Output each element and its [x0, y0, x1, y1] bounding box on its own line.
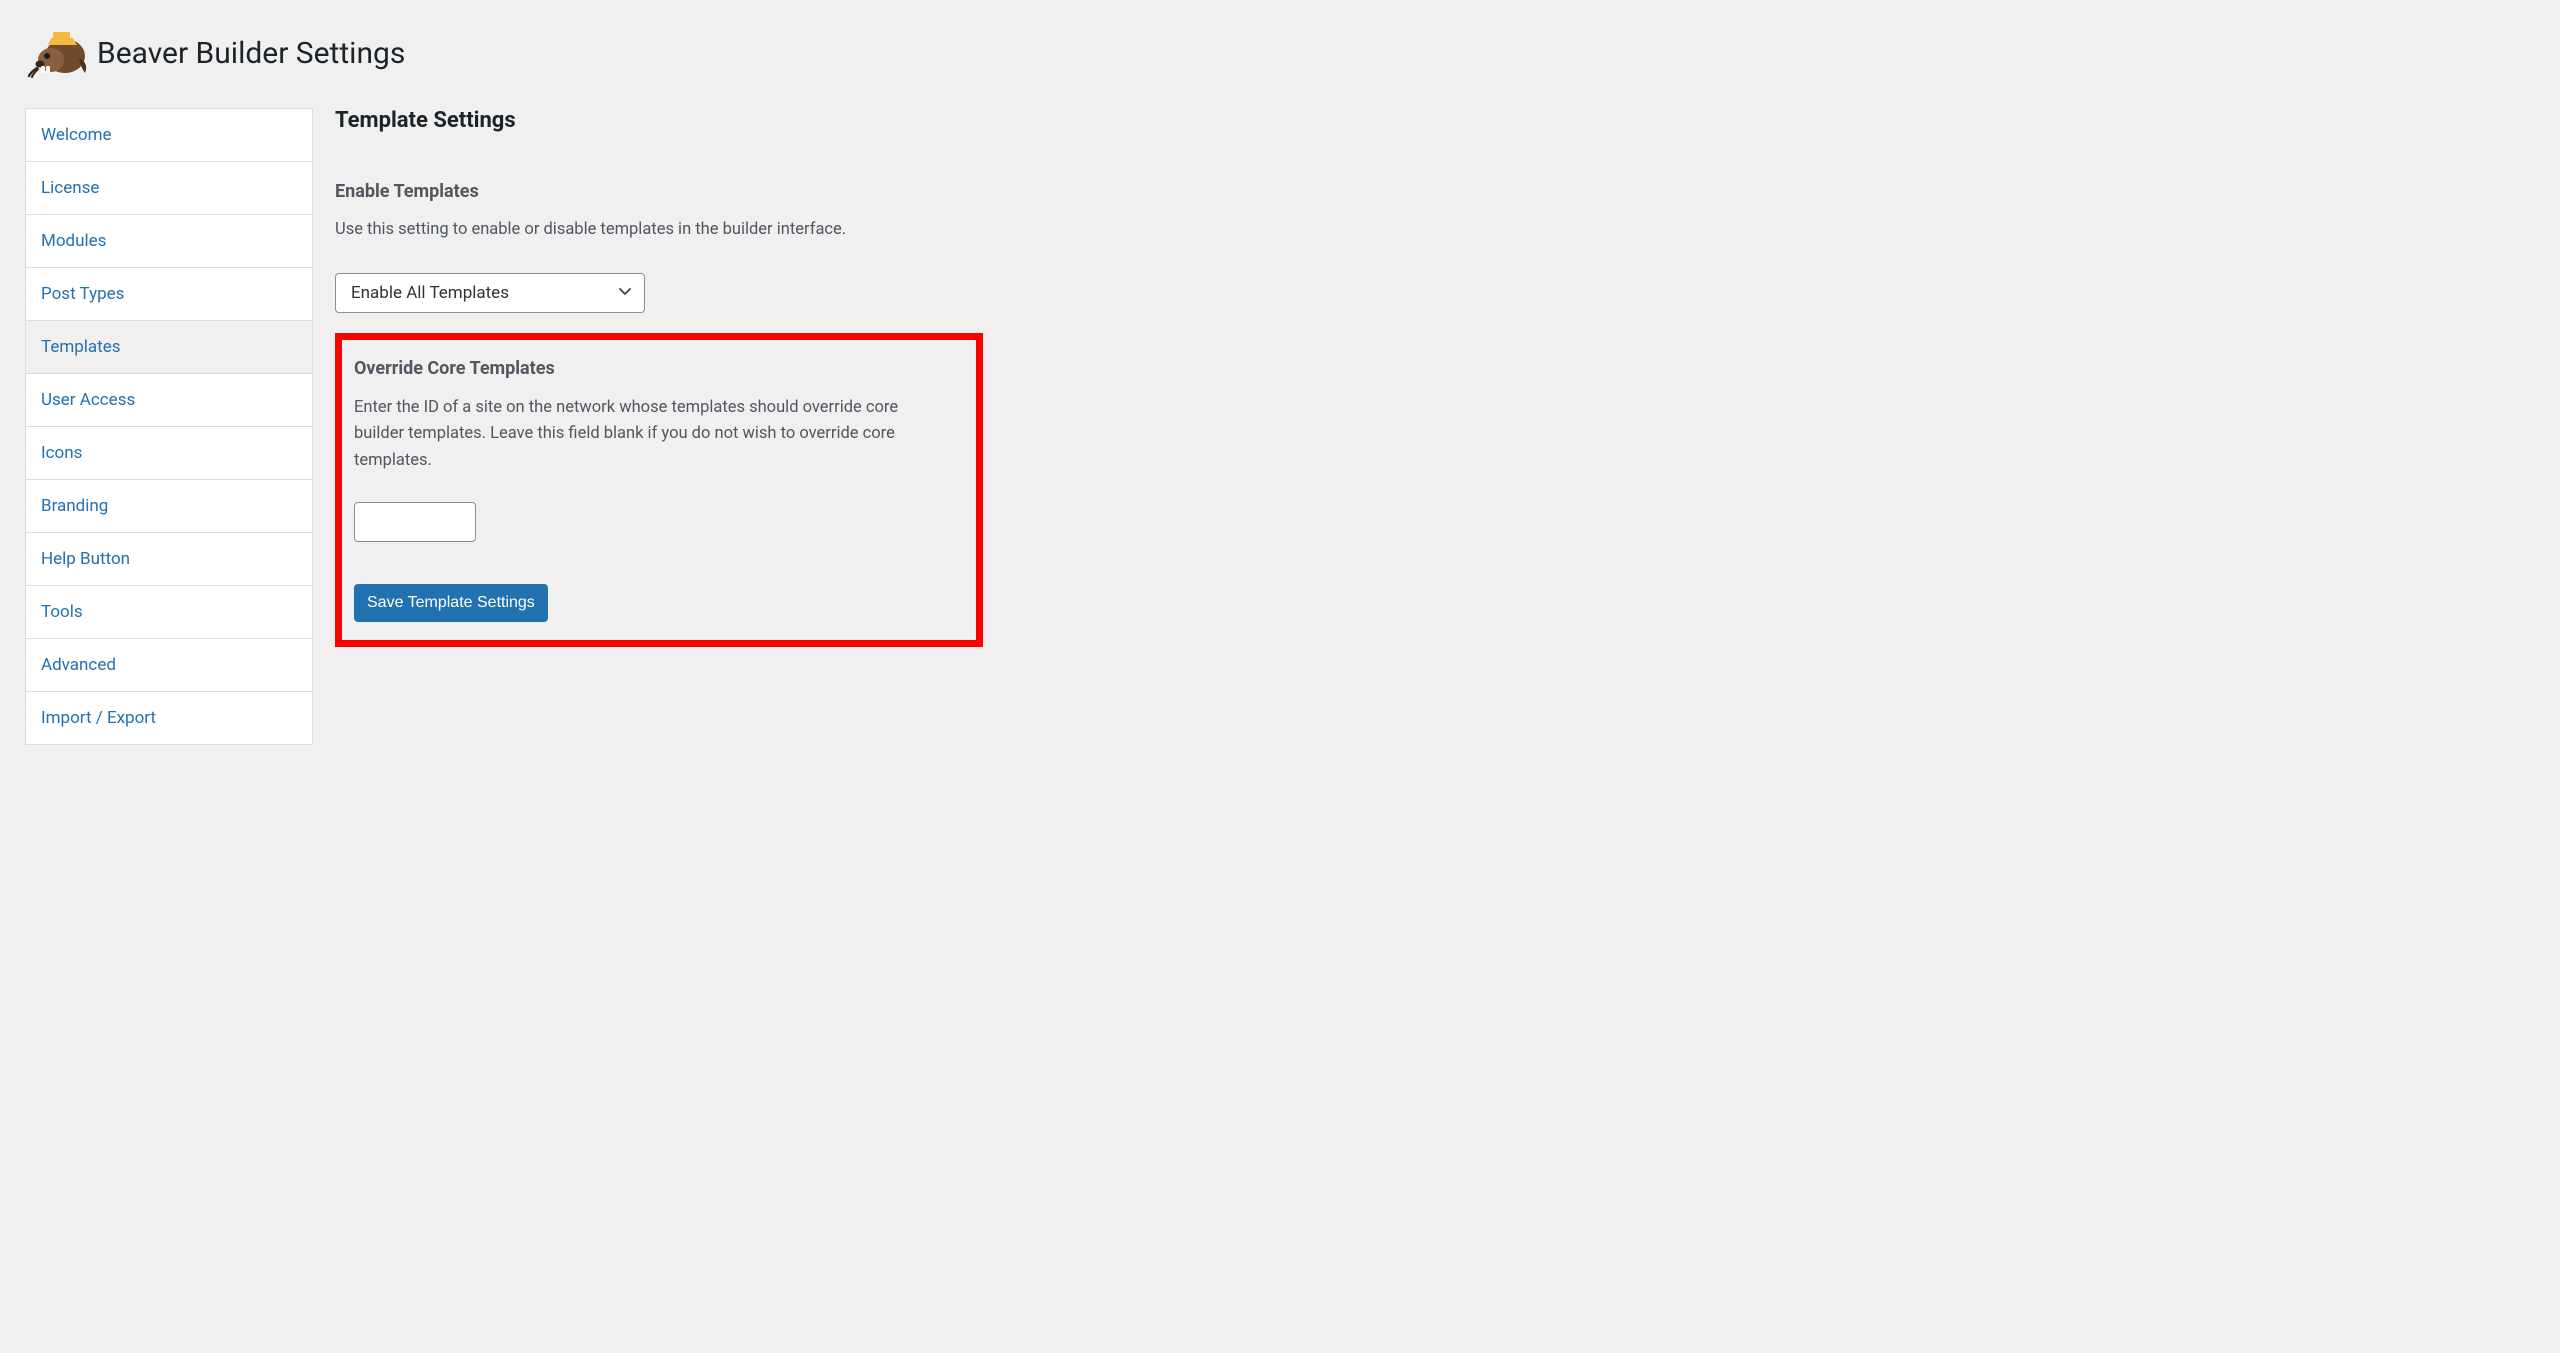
override-core-input[interactable] [354, 502, 476, 542]
override-core-section: Override Core Templates Enter the ID of … [335, 333, 983, 647]
override-core-desc: Enter the ID of a site on the network wh… [354, 395, 944, 474]
save-button[interactable]: Save Template Settings [354, 584, 548, 622]
sidebar-item-advanced[interactable]: Advanced [25, 638, 313, 691]
page-title: Beaver Builder Settings [97, 36, 405, 71]
enable-templates-title: Enable Templates [335, 181, 2535, 202]
sidebar-item-templates[interactable]: Templates [25, 320, 313, 373]
sidebar-item-license[interactable]: License [25, 161, 313, 214]
sidebar-item-import-export[interactable]: Import / Export [25, 691, 313, 745]
section-title: Template Settings [335, 108, 2535, 133]
beaver-builder-logo-icon [27, 28, 87, 78]
sidebar-item-branding[interactable]: Branding [25, 479, 313, 532]
sidebar-item-user-access[interactable]: User Access [25, 373, 313, 426]
sidebar-item-modules[interactable]: Modules [25, 214, 313, 267]
sidebar-item-icons[interactable]: Icons [25, 426, 313, 479]
override-core-title: Override Core Templates [354, 358, 958, 379]
sidebar-item-help-button[interactable]: Help Button [25, 532, 313, 585]
sidebar-item-tools[interactable]: Tools [25, 585, 313, 638]
main-wrapper: Welcome License Modules Post Types Templ… [0, 98, 2560, 770]
enable-templates-desc: Use this setting to enable or disable te… [335, 218, 2535, 243]
enable-templates-select-wrapper: Enable All Templates [335, 273, 645, 313]
page-header: Beaver Builder Settings [0, 0, 2560, 98]
enable-templates-select[interactable]: Enable All Templates [335, 273, 645, 313]
sidebar-item-post-types[interactable]: Post Types [25, 267, 313, 320]
content-area: Template Settings Enable Templates Use t… [335, 108, 2535, 745]
sidebar-item-welcome[interactable]: Welcome [25, 108, 313, 161]
sidebar: Welcome License Modules Post Types Templ… [25, 108, 313, 745]
